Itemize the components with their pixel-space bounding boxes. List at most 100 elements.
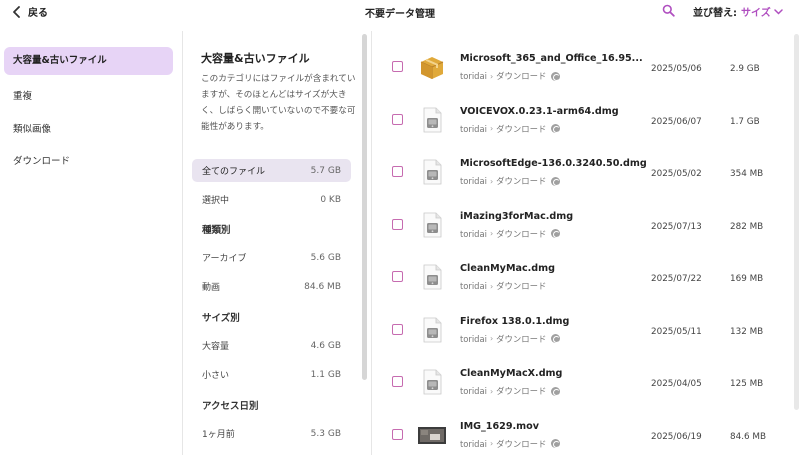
file-row[interactable]: Microsoft_365_and_Office_16.95... toridai… — [372, 31, 792, 83]
filter-size: 0 KB — [320, 194, 341, 205]
file-name: MicrosoftEdge-136.0.3240.50.dmg — [460, 158, 647, 169]
file-row[interactable]: CleanMyMacX.dmg toridai › ダウンロード 2025/04/05 1… — [372, 346, 792, 398]
category-title: 大容量&古いファイル — [201, 52, 310, 65]
sidebar-item-large-old-files[interactable]: 大容量&古いファイル — [4, 47, 173, 75]
file-row[interactable]: MicrosoftEdge-136.0.3240.50.dmg toridai › ダ… — [372, 136, 792, 188]
file-path-folder: ダウンロード — [496, 281, 547, 291]
filter-size: 5.3 GB — [310, 428, 341, 439]
file-path-user: toridai — [460, 71, 487, 81]
filter-all-files[interactable]: 全てのファイル 5.7 GB — [192, 159, 351, 182]
chevron-right-icon: › — [489, 334, 494, 343]
file-checkbox[interactable] — [392, 271, 403, 282]
filter-label: 大容量 — [202, 342, 230, 352]
filter-size: 5.7 GB — [310, 165, 341, 176]
filter-small[interactable]: 小さい 1.1 GB — [192, 363, 351, 386]
file-name: Firefox 138.0.1.dmg — [460, 315, 570, 327]
filter-label: 小さい — [202, 371, 230, 381]
file-path-folder: ダウンロード — [496, 438, 547, 449]
file-path: toridai › ダウンロード — [460, 228, 561, 240]
filter-archive[interactable]: アーカイブ 5.6 GB — [192, 246, 351, 269]
chevron-right-icon: › — [489, 124, 494, 133]
file-path: toridai › ダウンロード — [460, 123, 561, 135]
file-path-user: toridai — [460, 123, 487, 134]
category-panel: 大容量&古いファイル このカテゴリにはファイルが含まれていますが、そのほとんどは… — [183, 31, 361, 455]
file-path-folder: ダウンロード — [496, 228, 547, 239]
sync-icon — [551, 386, 561, 396]
file-path: toridai › ダウンロード — [460, 438, 561, 450]
sidebar-item-downloads[interactable]: ダウンロード — [4, 148, 173, 176]
file-list: Microsoft_365_and_Office_16.95... toridai… — [372, 31, 800, 455]
file-path-folder: ダウンロード — [496, 71, 547, 81]
file-row[interactable]: CleanMyMac.dmg toridai › ダウンロード 2025/07/22 16… — [372, 241, 792, 293]
file-path-user: toridai — [460, 281, 487, 291]
file-size: 125 MB — [730, 379, 764, 389]
filter-size: 4.6 GB — [310, 340, 341, 351]
section-heading-by-type: 種類別 — [202, 225, 231, 236]
file-name: CleanMyMacX.dmg — [460, 368, 563, 379]
file-checkbox[interactable] — [392, 218, 403, 230]
filter-label: 1ヶ月前 — [202, 430, 235, 440]
sidebar-item-duplicates[interactable]: 重複 — [4, 83, 173, 111]
section-heading-by-access: アクセス日別 — [202, 401, 259, 412]
file-list-scrollbar[interactable] — [794, 34, 799, 410]
file-date: 2025/07/22 — [651, 274, 702, 284]
filter-size: 5.6 GB — [310, 252, 341, 263]
dmg-file-icon — [418, 211, 446, 239]
sort-label: 並び替え: — [693, 8, 737, 19]
dmg-file-icon — [418, 368, 446, 396]
filter-video[interactable]: 動画 84.6 MB — [192, 275, 351, 298]
file-checkbox[interactable] — [392, 323, 403, 335]
sync-icon — [551, 334, 561, 343]
file-size: 169 MB — [730, 274, 764, 284]
file-name: iMazing3forMac.dmg — [460, 210, 574, 222]
dmg-file-icon — [418, 158, 446, 186]
file-date: 2025/05/11 — [651, 326, 702, 337]
dmg-file-icon — [418, 106, 446, 134]
sync-icon — [551, 124, 561, 133]
category-scrollbar[interactable] — [362, 34, 367, 380]
file-checkbox[interactable] — [392, 61, 403, 72]
sidebar: 大容量&古いファイル 重複 類似画像 ダウンロード — [0, 31, 182, 455]
chevron-right-icon: › — [489, 281, 494, 291]
file-path: toridai › ダウンロード — [460, 280, 546, 292]
chevron-right-icon: › — [489, 439, 494, 448]
file-date: 2025/04/05 — [651, 379, 702, 389]
dmg-file-icon — [418, 263, 446, 291]
file-checkbox[interactable] — [392, 113, 403, 125]
file-path-user: toridai — [460, 438, 487, 449]
file-name: IMG_1629.mov — [460, 420, 539, 432]
file-path: toridai › ダウンロード — [460, 70, 561, 82]
chevron-down-icon — [773, 8, 783, 15]
file-checkbox[interactable] — [392, 166, 403, 177]
package-icon — [418, 53, 446, 81]
file-row[interactable]: VOICEVOX.0.23.1-arm64.dmg toridai › ダウンロード 2… — [372, 84, 792, 136]
file-row[interactable]: Firefox 138.0.1.dmg toridai › ダウンロード 2025/05… — [372, 294, 792, 346]
file-row[interactable]: iMazing3forMac.dmg toridai › ダウンロード 2025/07/… — [372, 189, 792, 241]
chevron-right-icon: › — [489, 229, 494, 238]
file-date: 2025/06/19 — [651, 431, 702, 442]
file-checkbox[interactable] — [392, 428, 403, 440]
title-bar: 戻る 不要データ管理 並び替え: サイズ — [0, 0, 800, 24]
sidebar-item-similar-images[interactable]: 類似画像 — [4, 116, 173, 144]
file-date: 2025/07/13 — [651, 221, 702, 232]
filter-label: 全てのファイル — [202, 167, 266, 177]
search-icon[interactable] — [662, 4, 675, 17]
filter-one-month-ago[interactable]: 1ヶ月前 5.3 GB — [192, 422, 351, 445]
sync-icon — [551, 229, 561, 238]
file-row[interactable]: IMG_1629.mov toridai › ダウンロード 2025/06/19 84.6… — [372, 399, 792, 451]
chevron-right-icon: › — [489, 176, 494, 186]
file-checkbox[interactable] — [392, 376, 403, 387]
filter-large[interactable]: 大容量 4.6 GB — [192, 334, 351, 357]
file-size: 84.6 MB — [730, 431, 767, 442]
filter-label: 選択中 — [202, 196, 230, 206]
filter-size: 84.6 MB — [304, 281, 341, 292]
file-path-user: toridai — [460, 333, 487, 344]
file-path-user: toridai — [460, 228, 487, 239]
file-size: 282 MB — [730, 221, 764, 232]
filter-selected[interactable]: 選択中 0 KB — [192, 188, 351, 211]
sync-icon — [551, 439, 561, 448]
file-path: toridai › ダウンロード — [460, 175, 561, 187]
sort-dropdown[interactable]: サイズ — [741, 4, 783, 19]
page-title: 不要データ管理 — [365, 9, 435, 20]
sync-icon — [551, 71, 561, 81]
